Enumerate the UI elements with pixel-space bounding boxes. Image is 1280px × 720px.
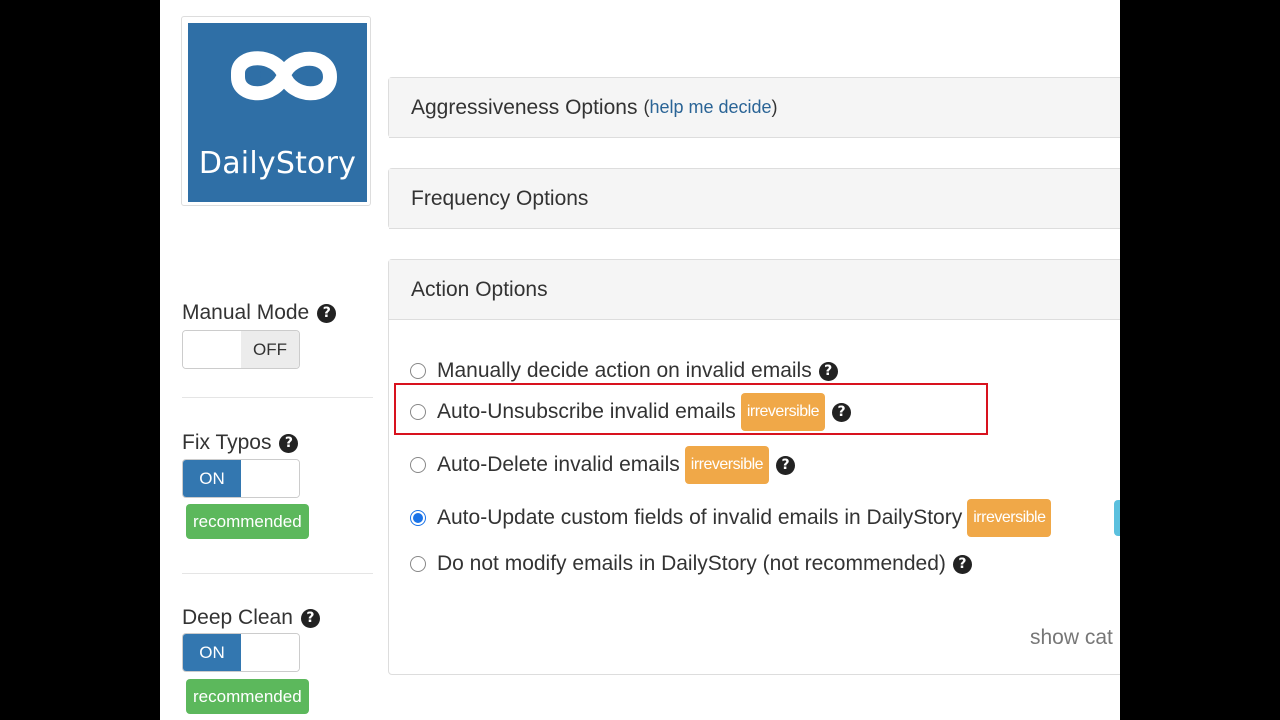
- sidebar-divider: [182, 573, 373, 574]
- help-icon[interactable]: ?: [317, 303, 337, 323]
- fix-typos-label: Fix Typos ?: [182, 431, 299, 455]
- manual-mode-text: Manual Mode: [182, 301, 310, 324]
- action-option-auto-update[interactable]: Auto-Update custom fields of invalid ema…: [410, 499, 1052, 537]
- fix-typos-text: Fix Typos: [182, 431, 272, 454]
- recommended-badge: recommended: [186, 504, 309, 539]
- action-option-do-not-modify[interactable]: Do not modify emails in DailyStory (not …: [410, 550, 972, 578]
- irreversible-badge: irreversible: [967, 499, 1052, 537]
- deep-clean-toggle[interactable]: ON: [182, 633, 300, 672]
- toggle-handle: [241, 634, 299, 671]
- option-label: Manually decide action on invalid emails: [437, 359, 812, 382]
- manual-mode-toggle[interactable]: OFF: [182, 330, 300, 369]
- radio-button-selected[interactable]: [410, 510, 426, 526]
- deep-clean-label: Deep Clean ?: [182, 606, 320, 630]
- fix-typos-toggle[interactable]: ON: [182, 459, 300, 498]
- action-panel-header[interactable]: Action Options: [389, 260, 1120, 320]
- aggressiveness-panel-header[interactable]: Aggressiveness Options (help me decide): [389, 78, 1120, 138]
- deep-clean-text: Deep Clean: [182, 606, 293, 629]
- help-icon[interactable]: ?: [300, 608, 320, 628]
- option-label: Do not modify emails in DailyStory (not …: [437, 552, 946, 575]
- toggle-on-label: ON: [183, 634, 241, 671]
- highlight-annotation: [394, 383, 988, 435]
- sidebar-divider: [182, 397, 373, 398]
- option-label: Auto-Update custom fields of invalid ema…: [437, 506, 963, 529]
- help-icon[interactable]: ?: [818, 361, 838, 381]
- action-option-manual[interactable]: Manually decide action on invalid emails…: [410, 357, 838, 385]
- help-icon[interactable]: ?: [776, 455, 796, 475]
- aggressiveness-panel: Aggressiveness Options (help me decide): [388, 77, 1120, 138]
- toggle-off-label: OFF: [241, 331, 299, 368]
- info-badge-edge: [1114, 500, 1120, 536]
- show-categories-link[interactable]: show cat: [1030, 626, 1113, 650]
- irreversible-badge: irreversible: [684, 446, 770, 484]
- toggle-handle: [241, 460, 299, 497]
- frequency-panel-header[interactable]: Frequency Options: [389, 169, 1120, 229]
- toggle-on-label: ON: [183, 460, 241, 497]
- dailystory-logo: DailyStory: [188, 23, 367, 202]
- help-me-decide-link[interactable]: help me decide: [649, 97, 771, 118]
- panel-title: Aggressiveness Options: [411, 95, 638, 119]
- option-label: Auto-Delete invalid emails: [437, 453, 680, 476]
- recommended-badge: recommended: [186, 679, 309, 714]
- radio-button[interactable]: [410, 457, 426, 473]
- frequency-panel: Frequency Options: [388, 168, 1120, 229]
- radio-button[interactable]: [410, 363, 426, 379]
- radio-button[interactable]: [410, 556, 426, 572]
- infinity-logo-icon: [231, 51, 337, 101]
- help-icon[interactable]: ?: [952, 554, 972, 574]
- toggle-handle: [183, 331, 241, 368]
- page: DailyStory Manual Mode ? OFF Fix Typos ?…: [160, 0, 1120, 720]
- panel-title: Frequency Options: [411, 186, 589, 210]
- close-paren: ): [771, 97, 778, 117]
- action-option-auto-delete[interactable]: Auto-Delete invalid emails irreversible …: [410, 446, 796, 484]
- logo-frame: DailyStory: [181, 16, 371, 206]
- logo-text: DailyStory: [198, 146, 357, 181]
- help-icon[interactable]: ?: [279, 433, 299, 453]
- manual-mode-label: Manual Mode ?: [182, 301, 337, 325]
- panel-title: Action Options: [411, 277, 548, 301]
